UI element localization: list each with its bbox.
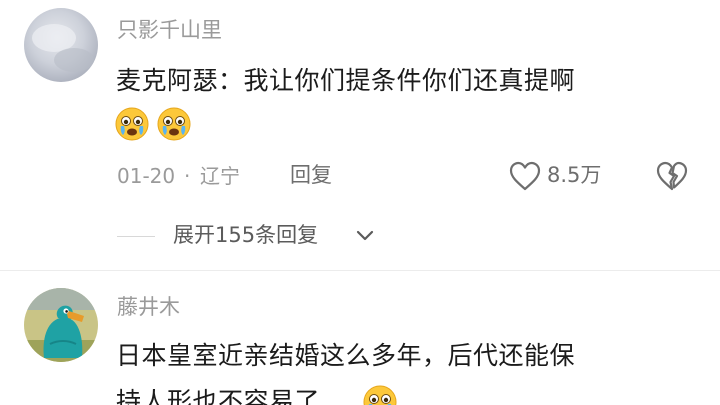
comment-text-line: 持人形也不容易了 [116,387,321,405]
username[interactable]: 只影千山里 [117,20,222,41]
crying-face-icon [114,106,150,142]
broken-heart-icon[interactable] [655,160,689,192]
comment-text: 麦克阿瑟：我让你们提条件你们还真提啊 [116,66,576,95]
comment-section: 只影千山里 麦克阿瑟：我让你们提条件你们还真提啊 01-20 · 辽宁 回复 8… [0,0,720,405]
expand-replies-button[interactable]: 展开155条回复 [173,225,318,246]
crying-face-icon [362,384,398,405]
crying-face-icon [156,106,192,142]
chevron-down-icon[interactable] [356,230,374,242]
comment-date: 01-20 [117,164,176,188]
username[interactable]: 藤井木 [117,297,180,318]
meta-separator: · [184,164,191,188]
avatar-image [24,8,98,82]
user-avatar[interactable] [24,8,98,82]
comment-location: 辽宁 [200,164,240,188]
like-count: 8.5万 [547,163,602,187]
platypus-avatar-image [24,288,98,362]
comment-divider [0,270,720,271]
user-avatar[interactable] [24,288,98,362]
heart-icon[interactable] [508,160,542,192]
comment-text-line: 日本皇室近亲结婚这么多年，后代还能保 [116,341,576,370]
expand-divider-line [117,236,155,237]
reply-button[interactable]: 回复 [290,165,332,186]
